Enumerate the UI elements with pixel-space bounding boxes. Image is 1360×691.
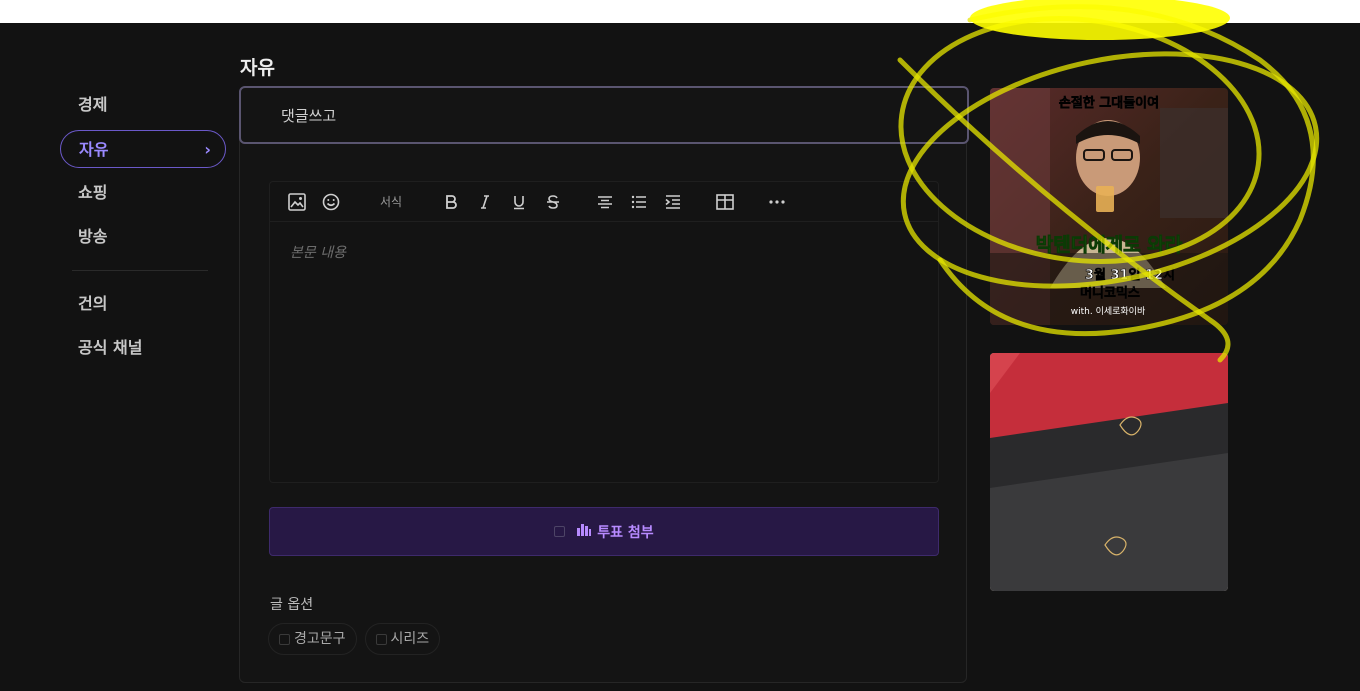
- bullet-list-icon[interactable]: [622, 185, 656, 219]
- ad-banner-promo[interactable]: 손절한 그대들이여 박텐더에게로 와라 3월 31일 12시 머니코믹스 wit…: [990, 88, 1228, 325]
- ad-banner-image: 손절한 그대들이여 박텐더에게로 와라 3월 31일 12시 머니코믹스 wit…: [990, 88, 1228, 325]
- post-title-input[interactable]: [239, 86, 969, 144]
- ad-text-line2: 박텐더에게로 와라: [1036, 234, 1183, 256]
- chevron-right-icon: ›: [204, 140, 211, 159]
- sidebar-divider: [72, 270, 208, 271]
- sidebar-item-label: 자유: [79, 140, 109, 159]
- vote-checkbox[interactable]: [554, 526, 566, 537]
- bold-icon[interactable]: [434, 185, 468, 219]
- option-label: 경고문구: [294, 631, 346, 647]
- ad-banner-product[interactable]: [990, 353, 1228, 591]
- italic-icon[interactable]: [468, 185, 502, 219]
- strikethrough-icon[interactable]: [536, 185, 570, 219]
- editor-body-input[interactable]: 본문 내용: [270, 222, 938, 282]
- page-title: 자유: [240, 57, 275, 79]
- more-icon[interactable]: [760, 185, 794, 219]
- underline-icon[interactable]: [502, 185, 536, 219]
- vote-label: 투표 첨부: [597, 524, 654, 541]
- option-warning-text[interactable]: 경고문구: [268, 623, 357, 655]
- option-series[interactable]: 시리즈: [364, 623, 441, 655]
- ad-text-line1: 손절한 그대들이여: [1059, 95, 1159, 111]
- ad-text-line4: 머니코믹스: [1080, 285, 1140, 301]
- sidebar-item-free[interactable]: 자유 ›: [60, 130, 226, 168]
- indent-icon[interactable]: [656, 185, 690, 219]
- ad-text-line3: 3월 31일 12시: [1085, 267, 1175, 283]
- editor-toolbar: 서식: [270, 182, 938, 222]
- sidebar-item-economy[interactable]: 경제: [60, 86, 226, 124]
- warning-checkbox[interactable]: [279, 633, 290, 645]
- image-icon[interactable]: [280, 185, 314, 219]
- editor-placeholder: 본문 내용: [290, 245, 346, 261]
- align-center-icon[interactable]: [588, 185, 622, 219]
- bar-chart-icon: [577, 523, 592, 540]
- sidebar-item-broadcast[interactable]: 방송: [60, 218, 226, 256]
- post-options-label: 글 옵션: [270, 597, 314, 613]
- ad-product-image: [990, 353, 1228, 591]
- table-icon[interactable]: [708, 185, 742, 219]
- sidebar-item-shopping[interactable]: 쇼핑: [60, 174, 226, 212]
- rich-text-editor: 서식 본문 내용: [269, 181, 939, 483]
- sidebar: 경제 자유 › 쇼핑 방송 건의 공식 채널: [60, 86, 226, 373]
- emoji-icon[interactable]: [314, 185, 348, 219]
- browser-top-strip: [0, 0, 1360, 23]
- series-checkbox[interactable]: [375, 633, 387, 645]
- format-dropdown[interactable]: 서식: [366, 185, 416, 219]
- attach-vote-button[interactable]: 투표 첨부: [269, 507, 939, 556]
- option-label: 시리즈: [390, 631, 430, 647]
- ad-text-line5: with. 이세로화이바: [1071, 306, 1146, 317]
- post-options: 경고문구 시리즈: [268, 623, 441, 655]
- sidebar-item-suggestion[interactable]: 건의: [60, 285, 226, 323]
- sidebar-item-official-channel[interactable]: 공식 채널: [60, 329, 226, 367]
